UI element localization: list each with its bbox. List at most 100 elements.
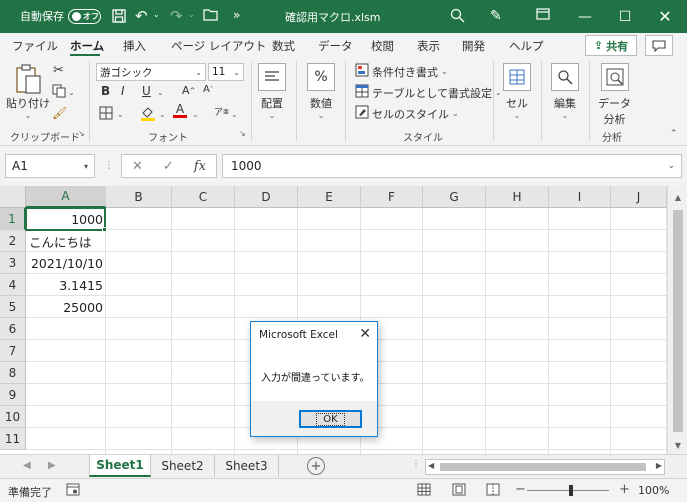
collapse-ribbon-icon[interactable]: ⌃: [670, 129, 678, 139]
zoom-slider-track[interactable]: [527, 490, 609, 491]
prev-sheet-icon[interactable]: ◀: [23, 460, 31, 471]
page-layout-view-icon[interactable]: [452, 483, 466, 499]
horizontal-scroll-thumb[interactable]: [440, 463, 646, 471]
row-header-5[interactable]: 5: [0, 296, 26, 318]
fill-color-dropdown-icon[interactable]: ⌄: [159, 110, 166, 119]
fill-handle[interactable]: [102, 227, 107, 232]
scroll-right-icon[interactable]: ▶: [656, 461, 662, 470]
save-icon[interactable]: [110, 7, 128, 25]
clipboard-launcher-icon[interactable]: ↘: [78, 129, 85, 138]
copy-dropdown-icon[interactable]: ⌄: [68, 88, 75, 97]
tab-home[interactable]: ホーム: [70, 38, 104, 54]
insert-function-button[interactable]: fx: [194, 159, 206, 174]
redo-icon[interactable]: ↷: [170, 7, 183, 25]
paste-button[interactable]: 貼り付け ⌄: [6, 63, 50, 120]
ribbon-display-icon[interactable]: [536, 8, 550, 20]
open-folder-icon[interactable]: [203, 8, 219, 21]
cells-button[interactable]: セル ⌄: [503, 63, 531, 120]
borders-dropdown-icon[interactable]: ⌄: [117, 110, 124, 119]
column-header-h[interactable]: H: [486, 186, 549, 208]
increase-font-icon[interactable]: A ^: [182, 84, 195, 97]
tab-review[interactable]: 校閲: [371, 38, 394, 54]
tab-file[interactable]: ファイル: [12, 38, 58, 54]
undo-icon[interactable]: ↶: [135, 7, 148, 25]
tab-view[interactable]: 表示: [417, 38, 440, 54]
close-window-button[interactable]: ✕: [645, 0, 685, 33]
name-box[interactable]: A1 ▾: [5, 154, 95, 178]
bold-button[interactable]: B: [101, 84, 110, 98]
cell-a5[interactable]: 25000: [26, 296, 106, 318]
row-header-6[interactable]: 6: [0, 318, 26, 340]
column-header-b[interactable]: B: [106, 186, 172, 208]
vertical-scrollbar[interactable]: ▲ ▼: [667, 186, 687, 454]
sheet-tab-sheet3[interactable]: Sheet3: [215, 455, 279, 477]
maximize-button[interactable]: ☐: [605, 0, 645, 33]
column-header-j[interactable]: J: [611, 186, 667, 208]
pen-icon[interactable]: ✎: [490, 8, 502, 24]
search-icon[interactable]: [450, 8, 465, 23]
formula-input[interactable]: 1000 ⌄: [222, 154, 682, 178]
editing-button[interactable]: 編集 ⌄: [551, 63, 579, 120]
cell-a3[interactable]: 2021/10/10: [26, 252, 106, 274]
phonetic-dropdown-icon[interactable]: ⌄: [231, 110, 238, 119]
font-name-box[interactable]: 游ゴシック ⌄: [96, 63, 206, 81]
dialog-ok-button[interactable]: OK: [299, 410, 362, 428]
format-painter-icon[interactable]: 🖌: [52, 106, 67, 120]
row-header-2[interactable]: 2: [0, 230, 26, 252]
font-launcher-icon[interactable]: ↘: [239, 129, 246, 138]
column-header-c[interactable]: C: [172, 186, 235, 208]
row-header-10[interactable]: 10: [0, 406, 26, 428]
horizontal-scrollbar[interactable]: ◀ ▶: [425, 459, 665, 475]
font-size-box[interactable]: 11 ⌄: [208, 63, 244, 81]
macro-record-icon[interactable]: [66, 483, 80, 499]
more-commands-icon[interactable]: »: [233, 8, 240, 22]
italic-button[interactable]: I: [121, 84, 125, 98]
column-header-e[interactable]: E: [298, 186, 361, 208]
tab-formulas[interactable]: 数式: [272, 38, 295, 54]
fill-color-icon[interactable]: [140, 105, 156, 121]
zoom-slider-thumb[interactable]: [569, 485, 573, 496]
tab-page-layout[interactable]: ページ レイアウト: [171, 38, 266, 54]
underline-dropdown-icon[interactable]: ⌄: [157, 88, 164, 97]
cell-a2[interactable]: こんにちは: [26, 230, 136, 252]
borders-icon[interactable]: [99, 106, 113, 120]
undo-dropdown-icon[interactable]: ⌄: [153, 10, 160, 19]
column-header-g[interactable]: G: [423, 186, 486, 208]
confirm-entry-icon[interactable]: ✓: [163, 159, 174, 174]
dialog-close-button[interactable]: ✕: [359, 326, 371, 342]
number-format-button[interactable]: % 数値 ⌄: [307, 63, 335, 120]
tab-insert[interactable]: 挿入: [123, 38, 146, 54]
decrease-font-icon[interactable]: Aˇ: [203, 84, 213, 95]
format-as-table-button[interactable]: テーブルとして書式設定 ⌄: [355, 84, 502, 101]
column-header-d[interactable]: D: [235, 186, 298, 208]
row-header-7[interactable]: 7: [0, 340, 26, 362]
cell-a4[interactable]: 3.1415: [26, 274, 106, 296]
cut-icon[interactable]: ✂: [53, 63, 64, 78]
tab-split-grip-icon[interactable]: ⋮: [411, 459, 421, 470]
scroll-down-icon[interactable]: ▼: [668, 436, 687, 454]
next-sheet-icon[interactable]: ▶: [48, 460, 56, 471]
share-button[interactable]: ⇪ 共有: [585, 35, 637, 56]
page-break-view-icon[interactable]: [486, 483, 500, 499]
autosave-toggle[interactable]: オフ: [68, 9, 101, 24]
data-analysis-button[interactable]: データ 分析: [598, 63, 631, 127]
font-color-dropdown-icon[interactable]: ⌄: [192, 110, 199, 119]
redo-dropdown-icon[interactable]: ⌄: [188, 10, 195, 19]
zoom-out-icon[interactable]: −: [515, 482, 526, 497]
alignment-button[interactable]: 配置 ⌄: [258, 63, 286, 120]
copy-icon[interactable]: [52, 84, 66, 98]
scroll-up-icon[interactable]: ▲: [668, 186, 687, 208]
add-sheet-button[interactable]: +: [307, 457, 325, 475]
phonetic-icon[interactable]: ア亜: [214, 105, 229, 118]
tab-help[interactable]: ヘルプ: [509, 38, 544, 54]
row-header-11[interactable]: 11: [0, 428, 26, 450]
tab-developer[interactable]: 開発: [462, 38, 485, 54]
cell-styles-button[interactable]: セルのスタイル ⌄: [355, 105, 459, 122]
vertical-scroll-thumb[interactable]: [673, 210, 683, 432]
comments-button[interactable]: [645, 35, 673, 56]
sheet-tab-sheet2[interactable]: Sheet2: [151, 455, 215, 477]
scroll-left-icon[interactable]: ◀: [428, 461, 434, 470]
conditional-formatting-button[interactable]: 条件付き書式 ⌄: [355, 63, 448, 80]
select-all-corner[interactable]: [0, 186, 26, 208]
normal-view-icon[interactable]: [417, 483, 431, 499]
